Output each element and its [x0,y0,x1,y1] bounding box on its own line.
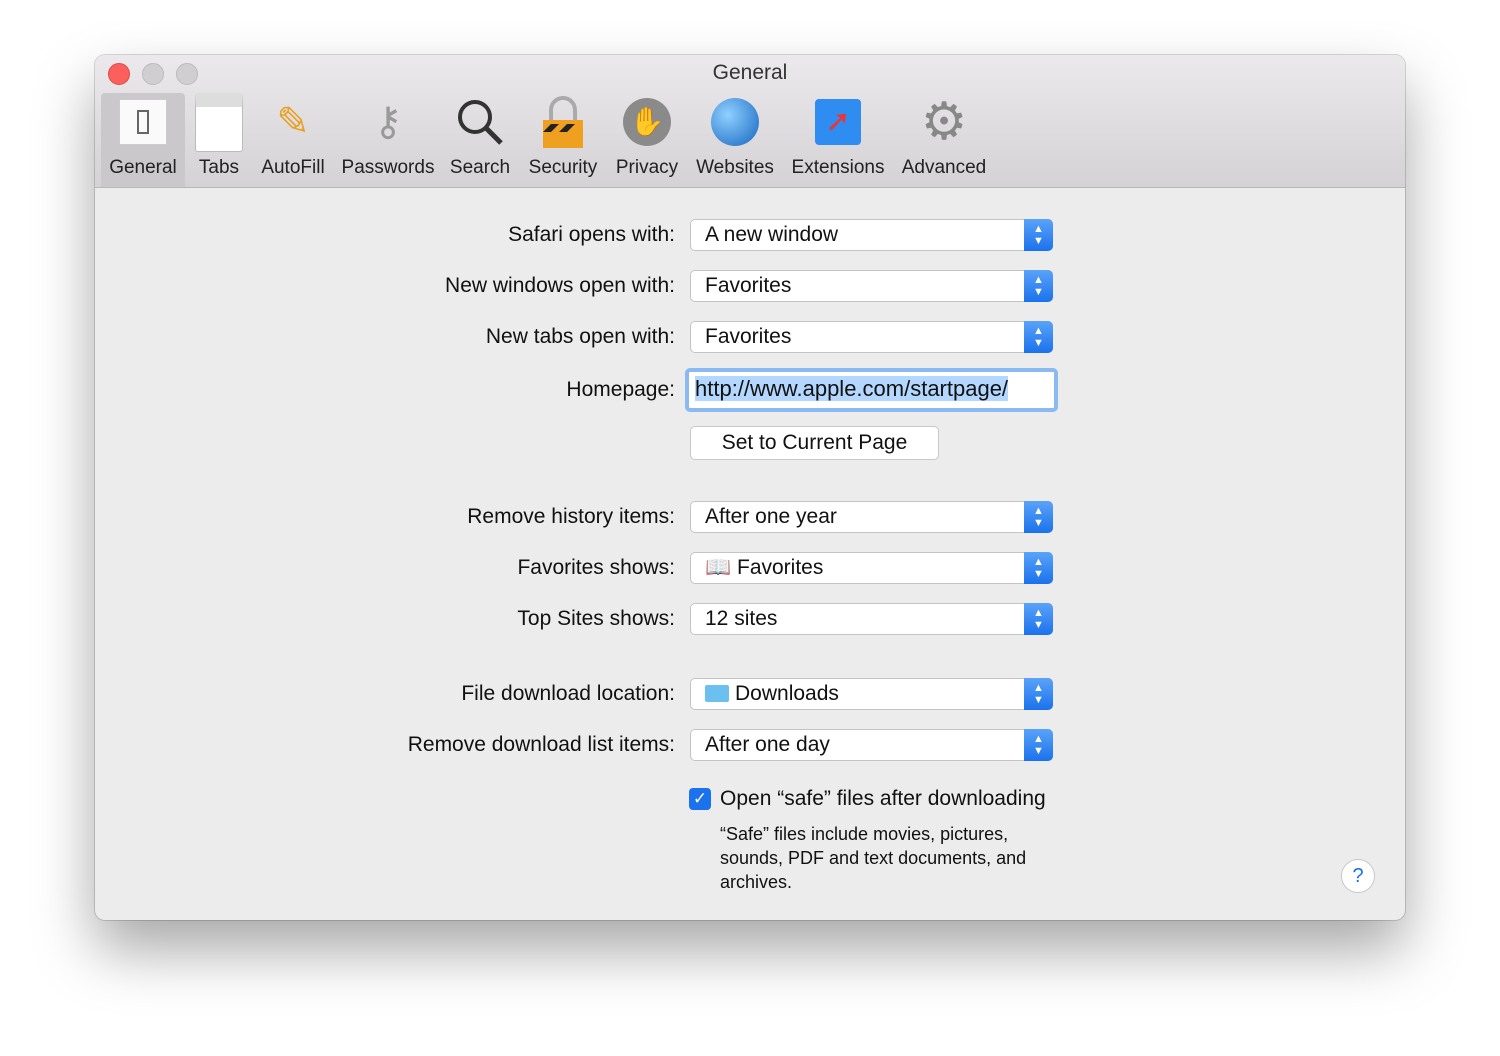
tabs-icon [189,92,249,152]
chevron-updown-icon: ▲ ▼ [1024,501,1053,533]
chevron-updown-icon: ▲ ▼ [1024,552,1053,584]
tab-autofill[interactable]: ✎ AutoFill [257,93,329,187]
open-safe-checkbox[interactable]: ✓ [689,788,711,810]
tab-tabs[interactable]: Tabs [189,92,249,187]
safari-opens-label: Safari opens with: [508,223,675,246]
toolbar: General General Tabs ✎ AutoFill ⚷ Password… [95,55,1405,188]
tab-passwords[interactable]: ⚷ Passwords [339,93,437,187]
chevron-updown-icon: ▲ ▼ [1024,603,1053,635]
checkmark-icon: ✓ [692,789,708,808]
magnifier-icon [450,93,510,151]
set-to-current-page-button[interactable]: Set to Current Page [690,426,939,460]
preferences-window: General General Tabs ✎ AutoFill ⚷ Password… [95,55,1405,920]
chevron-updown-icon: ▲ ▼ [1024,729,1053,761]
tab-privacy[interactable]: ✋ Privacy [611,93,683,187]
remove-downloads-label: Remove download list items: [407,733,675,756]
chevron-updown-icon: ▲ ▼ [1024,270,1053,302]
help-button[interactable]: ? [1341,859,1375,893]
chevron-updown-icon: ▲ ▼ [1024,678,1053,710]
download-location-label: File download location: [461,682,675,705]
favorites-shows-label: Favorites shows: [517,556,675,579]
tab-general[interactable]: General [101,93,185,187]
folder-icon [705,685,729,702]
window-title: General [712,61,788,84]
general-switch-icon [113,93,173,151]
lock-icon [533,93,593,151]
chevron-updown-icon: ▲ ▼ [1024,321,1053,353]
top-sites-popup[interactable]: 12 sites ▲ ▼ [690,603,1053,635]
homepage-label: Homepage: [566,378,675,401]
new-windows-popup[interactable]: Favorites ▲ ▼ [690,270,1053,302]
tab-websites[interactable]: Websites [693,93,777,187]
key-icon: ⚷ [373,100,403,144]
tab-security[interactable]: Security [523,93,603,187]
new-windows-label: New windows open with: [445,274,675,297]
globe-icon [705,93,765,151]
favorites-shows-popup[interactable]: 📖 Favorites ▲ ▼ [690,552,1053,584]
chevron-updown-icon: ▲ ▼ [1024,219,1053,251]
new-tabs-popup[interactable]: Favorites ▲ ▼ [690,321,1053,353]
puzzle-compass-icon: ➚ [808,93,868,151]
tab-advanced[interactable]: ⚙ Advanced [899,93,989,187]
safari-opens-popup[interactable]: A new window ▲ ▼ [690,219,1053,251]
open-safe-label: Open “safe” files after downloading [720,787,1046,810]
tab-search[interactable]: Search [447,93,513,187]
hand-icon: ✋ [617,93,677,151]
homepage-input[interactable]: http://www.apple.com/startpage/ [685,368,1058,412]
pencil-icon: ✎ [276,100,310,144]
top-sites-label: Top Sites shows: [517,607,675,630]
book-icon: 📖 [705,556,732,579]
tab-extensions[interactable]: ➚ Extensions [789,93,887,187]
gear-icon: ⚙ [920,93,968,151]
remove-history-popup[interactable]: After one year ▲ ▼ [690,501,1053,533]
download-location-popup[interactable]: Downloads ▲ ▼ [690,678,1053,710]
remove-history-label: Remove history items: [467,505,675,528]
new-tabs-label: New tabs open with: [485,325,675,348]
remove-downloads-popup[interactable]: After one day ▲ ▼ [690,729,1053,761]
safe-files-note: “Safe” files include movies, pictures, s… [720,824,1027,892]
